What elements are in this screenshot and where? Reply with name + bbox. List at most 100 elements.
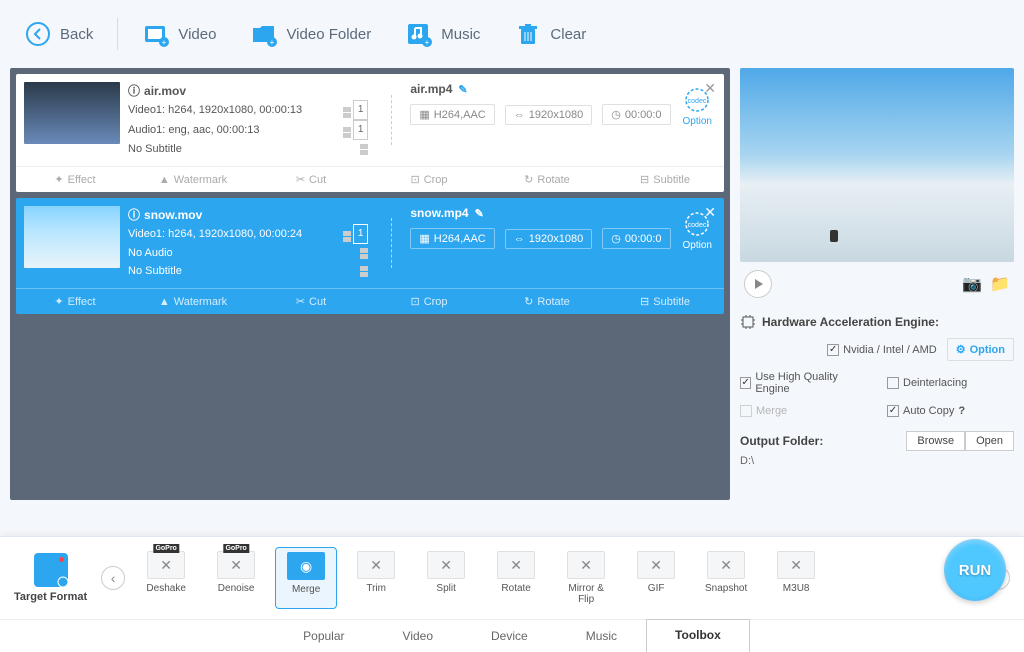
spinner-icon[interactable] [360,266,368,277]
tab-device[interactable]: Device [462,620,557,652]
tools-row: GoPro✕DeshakeGoPro✕Denoise◉Merge✕Trim✕Sp… [129,547,982,609]
rotate-button[interactable]: ↻ Rotate [488,289,606,314]
tool-denoise[interactable]: GoPro✕Denoise [205,547,267,609]
divider-icon [382,82,402,158]
spinner-icon[interactable] [360,248,368,259]
close-icon[interactable]: ✕ [704,204,716,221]
spinner-icon[interactable] [343,127,351,138]
tool-trim[interactable]: ✕Trim [345,547,407,609]
thumbnail [24,82,120,144]
cut-button[interactable]: ✂ Cut [252,167,370,192]
hq-engine-checkbox[interactable]: Use High Quality Engine [740,371,867,395]
tool-mirror-flip[interactable]: ✕Mirror & Flip [555,547,617,609]
scroll-left-button[interactable]: ‹ [101,566,125,590]
help-icon[interactable]: ? [958,405,965,417]
source-filename: air.mov [144,82,186,100]
target-format-button[interactable]: Target Format [14,553,87,603]
camera-icon[interactable]: 📷 [962,274,982,294]
tool-snapshot[interactable]: ✕Snapshot [695,547,757,609]
top-toolbar: Back + Video + Video Folder + Music Clea… [0,0,1024,68]
gear-icon [56,575,70,589]
file-card[interactable]: ✕ ⓘsnow.mov Video1: h264, 1920x1080, 00:… [16,198,724,314]
rotate-button[interactable]: ↻ Rotate [488,167,606,192]
spinner-icon[interactable] [343,107,351,118]
edit-icon[interactable]: ✎ [475,207,484,220]
svg-text:+: + [162,38,167,47]
option-label: Option [683,240,712,251]
thumbnail [24,206,120,268]
folder-icon[interactable]: 📁 [990,274,1010,294]
divider [117,18,118,50]
tab-music[interactable]: Music [557,620,646,652]
watermark-button[interactable]: ▲ Watermark [134,167,252,192]
music-icon: + [405,20,433,48]
source-info: ⓘsnow.mov Video1: h264, 1920x1080, 00:00… [128,206,374,280]
play-button[interactable] [744,270,772,298]
audio-track-label: Audio1: eng, aac, 00:00:13 [128,121,260,139]
codec-chip: ▦ H264,AAC [410,228,494,249]
video-count: 1 [353,224,369,244]
tab-video[interactable]: Video [374,620,462,652]
add-video-button[interactable]: + Video [128,14,230,54]
effect-button[interactable]: ✦ Effect [16,289,134,314]
video-preview [740,68,1014,262]
category-tabs: PopularVideoDeviceMusicToolbox [0,619,1024,652]
edit-icon[interactable]: ✎ [458,83,467,96]
tool-split[interactable]: ✕Split [415,547,477,609]
back-icon [24,20,52,48]
codec-chip: ▦ H264,AAC [410,104,494,125]
clear-button[interactable]: Clear [500,14,600,54]
video-icon: + [142,20,170,48]
hw-vendor-checkbox[interactable]: Nvidia / Intel / AMD [827,344,937,356]
target-format-icon [34,553,68,587]
video-label: Video [178,26,216,43]
subtitle-label: No Subtitle [128,262,182,280]
open-button[interactable]: Open [965,431,1014,451]
add-music-button[interactable]: + Music [391,14,494,54]
svg-text:+: + [425,38,430,47]
audio-track-label: No Audio [128,244,173,262]
video-track-label: Video1: h264, 1920x1080, 00:00:24 [128,225,302,243]
tool-rotate[interactable]: ✕Rotate [485,547,547,609]
spinner-icon[interactable] [343,231,351,242]
divider-icon [382,206,402,280]
close-icon[interactable]: ✕ [704,80,716,97]
merge-checkbox[interactable]: Merge [740,405,867,417]
spinner-icon[interactable] [360,144,368,155]
tool-deshake[interactable]: GoPro✕Deshake [135,547,197,609]
music-label: Music [441,26,480,43]
hw-option-button[interactable]: ⚙Option [947,338,1014,361]
clear-label: Clear [550,26,586,43]
output-info: snow.mp4✎ ▦ H264,AAC ⇔ 1920x1080 ◷ 00:00… [410,206,670,280]
source-filename: snow.mov [144,206,202,224]
video-count: 1 [353,100,369,120]
back-button[interactable]: Back [10,14,107,54]
tool-gif[interactable]: ✕GIF [625,547,687,609]
tool-merge[interactable]: ◉Merge [275,547,337,609]
deinterlacing-checkbox[interactable]: Deinterlacing [887,371,1014,395]
file-card[interactable]: ✕ ⓘair.mov Video1: h264, 1920x1080, 00:0… [16,74,724,192]
svg-text:codec: codec [688,222,707,229]
output-folder-path: D:\ [740,455,1014,467]
subtitle-button[interactable]: ⊟ Subtitle [606,289,724,314]
browse-button[interactable]: Browse [906,431,965,451]
run-button[interactable]: RUN [944,539,1006,601]
cut-button[interactable]: ✂ Cut [252,289,370,314]
video-track-label: Video1: h264, 1920x1080, 00:00:13 [128,101,302,119]
tab-popular[interactable]: Popular [274,620,373,652]
crop-button[interactable]: ⊡ Crop [370,167,488,192]
tool-m-u-[interactable]: ✕M3U8 [765,547,827,609]
effect-button[interactable]: ✦ Effect [16,167,134,192]
subtitle-button[interactable]: ⊟ Subtitle [606,167,724,192]
watermark-button[interactable]: ▲ Watermark [134,289,252,314]
crop-button[interactable]: ⊡ Crop [370,289,488,314]
auto-copy-checkbox[interactable]: Auto Copy ? [887,405,1014,417]
info-icon: ⓘ [128,206,140,224]
tab-toolbox[interactable]: Toolbox [646,619,750,652]
add-video-folder-button[interactable]: + Video Folder [236,14,385,54]
svg-text:+: + [270,38,275,47]
info-icon: ⓘ [128,82,140,100]
svg-text:codec: codec [688,98,707,105]
output-filename: snow.mp4 [410,206,468,220]
card-tools: ✦ Effect ▲ Watermark ✂ Cut ⊡ Crop ↻ Rota… [16,166,724,192]
